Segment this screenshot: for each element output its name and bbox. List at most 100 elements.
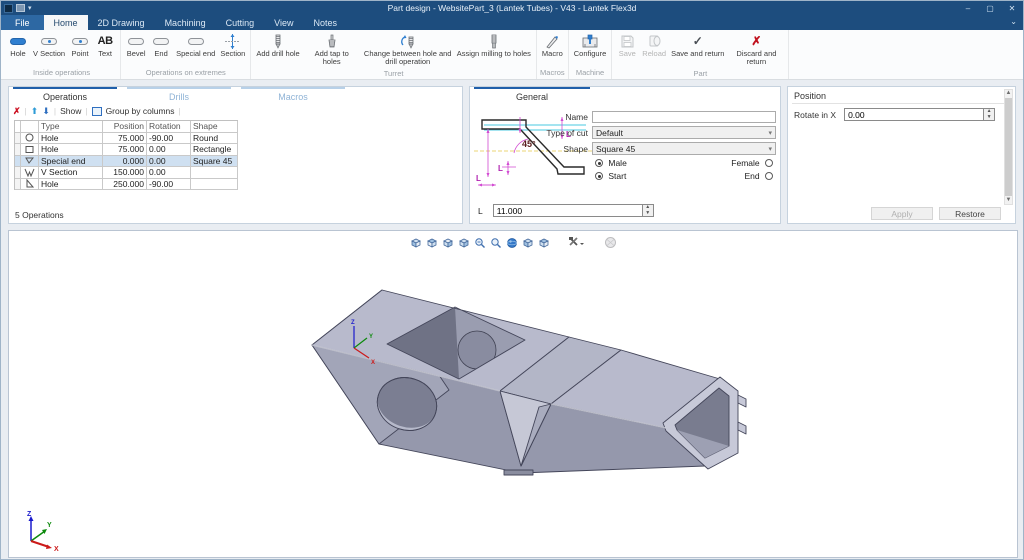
tab-cutting[interactable]: Cutting	[216, 15, 265, 30]
maximize-button[interactable]: ▢	[979, 1, 1001, 15]
cell-type: Hole	[39, 179, 103, 191]
svg-text:L: L	[498, 164, 503, 173]
cell-type: Hole	[39, 133, 103, 145]
tab-macros[interactable]: Macros	[241, 87, 345, 104]
add-tap-button[interactable]: Add tap to holes	[303, 32, 361, 68]
assign-milling-button[interactable]: Assign milling to holes	[455, 32, 533, 59]
orbit-icon[interactable]	[506, 237, 518, 249]
save-and-return-button[interactable]: ✓ Save and return	[669, 32, 726, 59]
add-drill-hole-button[interactable]: Add drill hole	[254, 32, 301, 59]
iso-view-1-icon[interactable]	[410, 237, 422, 249]
tab-machining[interactable]: Machining	[155, 15, 216, 30]
zoom-window-icon[interactable]	[490, 237, 502, 249]
l-input[interactable]	[493, 204, 643, 217]
tools-dropdown[interactable]	[568, 236, 586, 249]
tab-home[interactable]: Home	[44, 15, 88, 30]
quick-access-icon[interactable]	[16, 4, 25, 12]
type-of-cut-select[interactable]: Default ▾	[592, 126, 776, 139]
restore-button[interactable]: Restore	[939, 207, 1001, 220]
ribbon-group-macros: Macro Macros	[537, 30, 569, 79]
show-button[interactable]: Show	[60, 106, 81, 116]
button-label: Point	[72, 50, 89, 58]
table-row-selected[interactable]: Special end 0.000 0.00 Square 45	[15, 156, 238, 168]
column-position[interactable]: Position	[103, 121, 147, 133]
text-button[interactable]: AB Text	[93, 32, 117, 59]
group-icon[interactable]	[92, 107, 102, 116]
tab-2d-drawing[interactable]: 2D Drawing	[88, 15, 155, 30]
cell-position: 75.000	[103, 133, 147, 145]
column-type[interactable]: Type	[39, 121, 103, 133]
female-radio[interactable]: Female	[731, 158, 776, 168]
l-spinner[interactable]: ▲▼	[643, 204, 654, 217]
button-label: Bevel	[127, 50, 146, 58]
collapse-ribbon-icon[interactable]: ⌄	[1010, 17, 1017, 26]
v-section-button[interactable]: V Section	[31, 32, 67, 59]
iso-view-5-icon[interactable]	[522, 237, 534, 249]
point-button[interactable]: Point	[68, 32, 92, 59]
zoom-in-icon[interactable]	[474, 237, 486, 249]
rotate-spinner[interactable]: ▲▼	[984, 108, 995, 121]
move-down-icon[interactable]: ⬇	[42, 106, 50, 117]
svg-text:L: L	[476, 174, 481, 183]
button-label: Add drill hole	[256, 50, 299, 58]
column-shape[interactable]: Shape	[191, 121, 238, 133]
reload-icon	[648, 33, 661, 49]
3d-viewport[interactable]: Z Y X Z Y X	[8, 230, 1018, 558]
iso-view-6-icon[interactable]	[538, 237, 550, 249]
tab-notes[interactable]: Notes	[303, 15, 347, 30]
rotate-in-x-label: Rotate in X	[794, 110, 836, 120]
iso-view-4-icon[interactable]	[458, 237, 470, 249]
rotate-in-x-input[interactable]	[844, 108, 984, 121]
iso-view-2-icon[interactable]	[426, 237, 438, 249]
special-end-icon	[21, 156, 39, 168]
macro-button[interactable]: Macro	[540, 32, 565, 59]
table-row[interactable]: Hole 75.000 0.00 Rectangle	[15, 144, 238, 156]
world-axis-triad: Z Y X	[17, 509, 67, 551]
tab-operations[interactable]: Operations	[13, 87, 117, 104]
move-up-icon[interactable]: ⬆	[31, 106, 39, 117]
cell-type: Hole	[39, 144, 103, 156]
position-scrollbar[interactable]: ▲▼	[1004, 89, 1013, 205]
change-hole-drill-button[interactable]: Change between hole and drill operation	[362, 32, 454, 68]
end-radio[interactable]: End	[745, 171, 777, 181]
end-button[interactable]: End	[149, 32, 173, 59]
tab-file[interactable]: File	[1, 15, 44, 30]
l-label: L	[478, 206, 483, 216]
configure-button[interactable]: Configure	[572, 32, 609, 59]
ribbon-tab-bar: File Home 2D Drawing Machining Cutting V…	[1, 15, 1023, 30]
app-icon[interactable]	[4, 4, 13, 13]
table-header-row: Type Position Rotation Shape	[15, 121, 238, 133]
minimize-button[interactable]: –	[957, 1, 979, 15]
name-input[interactable]	[592, 111, 776, 123]
bevel-button[interactable]: Bevel	[124, 32, 148, 59]
text-icon: AB	[98, 33, 113, 49]
special-end-button[interactable]: Special end	[174, 32, 217, 59]
bevel-icon	[128, 33, 144, 49]
3d-part-model[interactable]: Z Y X	[299, 282, 759, 532]
cell-type: V Section	[39, 167, 103, 179]
group-by-columns-button[interactable]: Group by columns	[106, 106, 175, 116]
delete-operation-icon[interactable]: ✗	[13, 106, 21, 117]
ribbon-group-machine: Configure Machine	[569, 30, 613, 79]
quick-access-caret-icon[interactable]: ▾	[28, 4, 32, 12]
corner-hole-icon	[21, 179, 39, 191]
table-row[interactable]: V Section 150.000 0.00	[15, 167, 238, 179]
properties-area: Operations Drills Macros ✗ | ⬆ ⬇ | Show …	[1, 86, 1024, 224]
table-row[interactable]: Hole 250.000 -90.00	[15, 179, 238, 191]
male-radio[interactable]: Male	[592, 158, 627, 168]
discard-and-return-button[interactable]: ✗ Discard and return	[727, 32, 785, 68]
iso-view-3-icon[interactable]	[442, 237, 454, 249]
table-row[interactable]: Hole 75.000 -90.00 Round	[15, 133, 238, 145]
tab-view[interactable]: View	[264, 15, 303, 30]
tab-drills[interactable]: Drills	[127, 87, 231, 104]
v-section-icon	[41, 33, 57, 49]
tab-general[interactable]: General	[474, 87, 590, 104]
hole-button[interactable]: Hole	[6, 32, 30, 59]
viewport-toolbar	[9, 236, 1017, 249]
shape-select[interactable]: Square 45 ▾	[592, 142, 776, 155]
column-rotation[interactable]: Rotation	[147, 121, 191, 133]
start-radio[interactable]: Start	[592, 171, 626, 181]
section-button[interactable]: Section	[218, 32, 247, 59]
apply-button: Apply	[871, 207, 933, 220]
close-button[interactable]: ✕	[1001, 1, 1023, 15]
